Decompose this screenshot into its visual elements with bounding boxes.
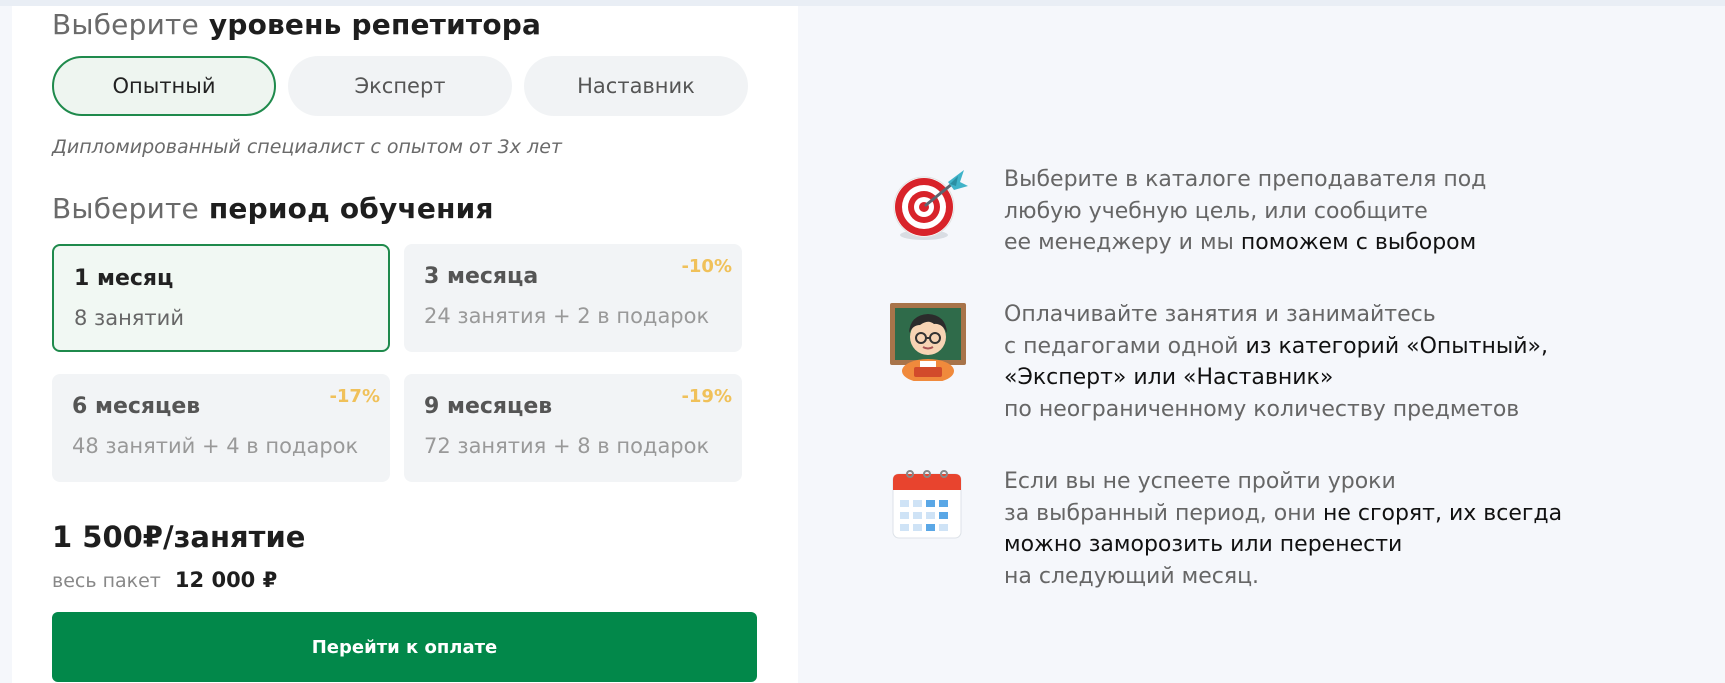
feature-line: Выберите в каталоге преподавателя под xyxy=(1004,164,1486,196)
level-tab-experienced[interactable]: Опытный xyxy=(52,56,276,116)
feature-highlight: поможем с выбором xyxy=(1240,230,1477,255)
level-tab-mentor[interactable]: Наставник xyxy=(524,56,748,116)
feature-line: на следующий месяц. xyxy=(1004,561,1562,593)
feature-text-span: Если вы не успеете пройти уроки xyxy=(1004,469,1396,494)
period-option-1-month[interactable]: 1 месяц 8 занятий xyxy=(52,244,390,352)
period-title: 1 месяц xyxy=(74,266,174,291)
package-amount: 12 000 ₽ xyxy=(174,568,278,592)
discount-badge: -19% xyxy=(681,386,732,407)
period-title: 9 месяцев xyxy=(424,394,553,419)
feature-line: с педагогами одной из категорий «Опытный… xyxy=(1004,331,1548,363)
feature-line: можно заморозить или перенести xyxy=(1004,529,1562,561)
price-per-lesson: 1 500₽/занятие xyxy=(52,520,306,554)
package-total: весь пакет 12 000 ₽ xyxy=(52,568,277,592)
feature-text: Оплачивайте занятия и занимайтесь с педа… xyxy=(1004,299,1548,425)
period-heading: Выберите период обучения xyxy=(52,192,494,225)
feature-text-span: ее менеджеру и мы xyxy=(1004,230,1241,255)
period-subtitle: 48 занятий + 4 в подарок xyxy=(72,434,359,458)
feature-text-span: на следующий месяц. xyxy=(1004,563,1260,589)
period-option-9-months[interactable]: 9 месяцев 72 занятия + 8 в подарок -19% xyxy=(404,374,742,482)
feature-line: ее менеджеру и мы поможем с выбором xyxy=(1004,227,1486,259)
level-heading: Выберите уровень репетитора xyxy=(52,8,541,41)
feature-text-span: по неограниченному количеству предметов xyxy=(1004,396,1520,422)
feature-line: по неограниченному количеству предметов xyxy=(1004,394,1548,426)
period-title: 6 месяцев xyxy=(72,394,201,419)
feature-text-span: с педагогами одной xyxy=(1004,333,1246,359)
level-description: Дипломированный специалист с опытом от 3… xyxy=(52,136,562,158)
period-option-3-months[interactable]: 3 месяца 24 занятия + 2 в подарок -10% xyxy=(404,244,742,352)
period-heading-muted: Выберите xyxy=(52,192,199,225)
feature-highlight: «Эксперт» или «Наставник» xyxy=(1004,365,1334,390)
feature-highlight: можно заморозить или перенести xyxy=(1004,532,1403,557)
feature-text-span: любую учебную цель, или сообщите xyxy=(1004,198,1428,224)
feature-line: любую учебную цель, или сообщите xyxy=(1004,196,1486,228)
feature-highlight: не сгорят, их всегда xyxy=(1322,500,1563,526)
feature-highlight: из категорий «Опытный», xyxy=(1245,333,1548,359)
feature-text-span: за выбранный период, они xyxy=(1004,500,1323,526)
calendar-icon xyxy=(888,466,970,548)
period-options: 1 месяц 8 занятий 3 месяца 24 занятия + … xyxy=(52,244,742,484)
level-tab-label: Наставник xyxy=(577,74,695,98)
feature-line: Оплачивайте занятия и занимайтесь xyxy=(1004,299,1548,331)
level-heading-muted: Выберите xyxy=(52,8,199,41)
period-option-6-months[interactable]: 6 месяцев 48 занятий + 4 в подарок -17% xyxy=(52,374,390,482)
level-tabs: Опытный Эксперт Наставник xyxy=(52,56,748,116)
period-subtitle: 72 занятия + 8 в подарок xyxy=(424,434,710,458)
pay-button[interactable]: Перейти к оплате xyxy=(52,612,757,682)
discount-badge: -10% xyxy=(681,256,732,277)
period-subtitle: 8 занятий xyxy=(74,306,184,330)
feature-line: «Эксперт» или «Наставник» xyxy=(1004,362,1548,394)
period-subtitle: 24 занятия + 2 в подарок xyxy=(424,304,710,328)
level-tab-label: Эксперт xyxy=(354,74,446,98)
period-title: 3 месяца xyxy=(424,264,539,289)
feature-text: Выберите в каталоге преподавателя под лю… xyxy=(1004,164,1486,259)
pay-button-label: Перейти к оплате xyxy=(311,636,498,658)
period-heading-strong: период обучения xyxy=(208,192,494,225)
level-heading-strong: уровень репетитора xyxy=(208,8,542,41)
feature-line: за выбранный период, они не сгорят, их в… xyxy=(1004,498,1562,530)
level-tab-label: Опытный xyxy=(112,74,216,98)
level-tab-expert[interactable]: Эксперт xyxy=(288,56,512,116)
target-dart-icon xyxy=(888,164,970,246)
feature-text-span: Оплачивайте занятия и занимайтесь xyxy=(1004,302,1436,327)
discount-badge: -17% xyxy=(329,386,380,407)
feature-text-span: Выберите в каталоге преподавателя под xyxy=(1004,167,1487,192)
teacher-icon xyxy=(888,299,970,383)
feature-line: Если вы не успеете пройти уроки xyxy=(1004,466,1562,498)
package-label: весь пакет xyxy=(52,570,161,592)
feature-text: Если вы не успеете пройти уроки за выбра… xyxy=(1004,466,1562,592)
